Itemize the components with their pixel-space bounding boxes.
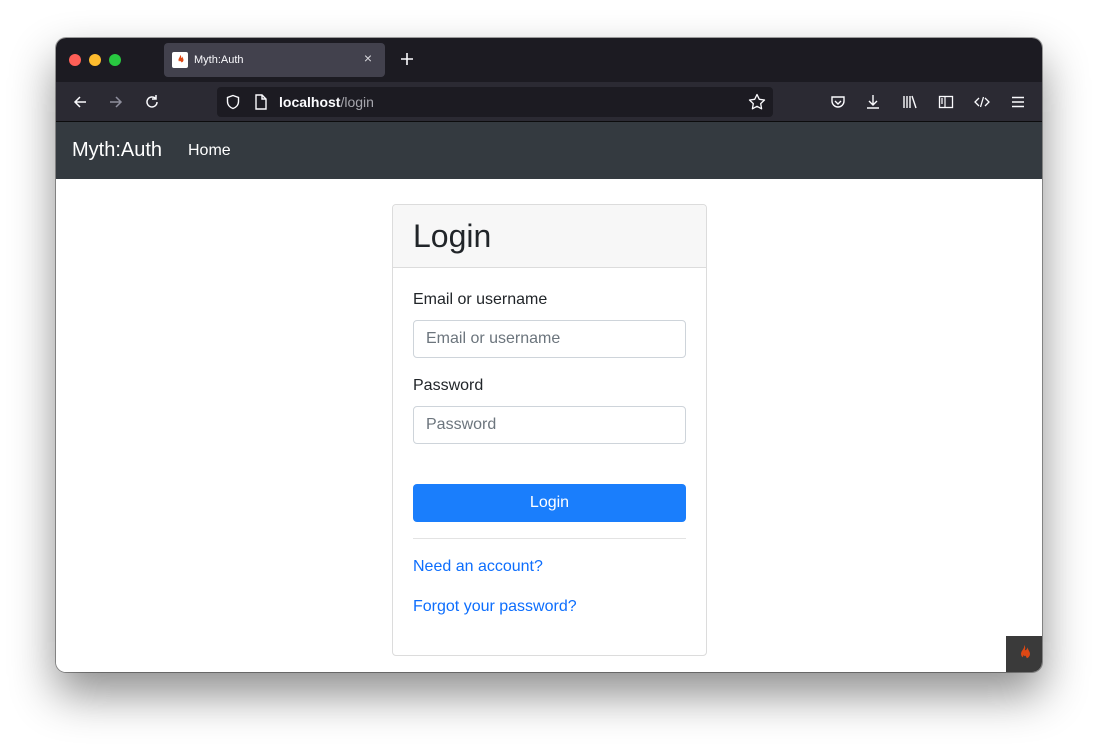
star-icon[interactable] <box>748 93 766 116</box>
pocket-button[interactable] <box>827 91 849 113</box>
library-button[interactable] <box>899 91 921 113</box>
reload-icon <box>146 95 158 108</box>
navigation-toolbar: localhost/login <box>56 82 1042 122</box>
forgot-password-link[interactable]: Forgot your password? <box>413 598 577 616</box>
shield-icon[interactable] <box>225 94 241 115</box>
email-label: Email or username <box>413 291 548 308</box>
login-card: Login Email or username Password Login N… <box>392 204 707 656</box>
devtools-button[interactable] <box>971 91 993 113</box>
tab-strip: Myth:Auth × <box>56 38 1042 82</box>
pocket-icon <box>831 96 845 108</box>
debug-toolbar-toggle[interactable] <box>1006 636 1042 672</box>
nav-link-home[interactable]: Home <box>188 142 231 160</box>
email-field[interactable] <box>413 320 686 358</box>
browser-window: Myth:Auth × localhost/login Myth:Auth Ho… <box>56 38 1042 672</box>
tab-title: Myth:Auth <box>194 54 244 66</box>
menu-button[interactable] <box>1007 91 1029 113</box>
back-icon <box>73 96 86 108</box>
web-page: Myth:Auth Home Login Email or username P… <box>56 122 1042 672</box>
url-text[interactable]: localhost/login <box>279 94 374 110</box>
forward-icon <box>110 96 123 108</box>
menu-icon <box>1012 96 1024 108</box>
close-window-button[interactable] <box>69 54 81 66</box>
plus-icon <box>401 53 413 65</box>
url-bar[interactable]: localhost/login <box>217 87 773 117</box>
library-icon <box>903 95 917 109</box>
password-label: Password <box>413 377 484 394</box>
login-button[interactable]: Login <box>413 484 686 522</box>
url-host: localhost <box>279 94 341 110</box>
new-tab-button[interactable] <box>396 48 418 70</box>
login-card-header: Login <box>393 205 706 268</box>
download-icon <box>867 95 879 109</box>
back-button[interactable] <box>69 91 91 113</box>
devtools-icon <box>974 96 990 108</box>
register-link[interactable]: Need an account? <box>413 558 543 576</box>
minimize-window-button[interactable] <box>89 54 101 66</box>
downloads-button[interactable] <box>862 91 884 113</box>
sidebar-icon <box>938 95 954 109</box>
sidebar-button[interactable] <box>935 91 957 113</box>
site-navbar: Myth:Auth Home <box>56 122 1042 179</box>
codeigniter-favicon-icon <box>172 52 188 68</box>
reload-button[interactable] <box>141 91 163 113</box>
url-path: /login <box>340 94 374 110</box>
zoom-window-button[interactable] <box>109 54 121 66</box>
password-field[interactable] <box>413 406 686 444</box>
codeigniter-flame-icon <box>1021 645 1030 662</box>
forward-button[interactable] <box>105 91 127 113</box>
divider <box>413 538 686 539</box>
tab-close-icon[interactable]: × <box>361 51 375 65</box>
page-title: Login <box>413 218 492 254</box>
navbar-brand[interactable]: Myth:Auth <box>72 139 162 162</box>
page-icon[interactable] <box>254 94 268 115</box>
tab-myth-auth[interactable]: Myth:Auth × <box>164 43 385 77</box>
